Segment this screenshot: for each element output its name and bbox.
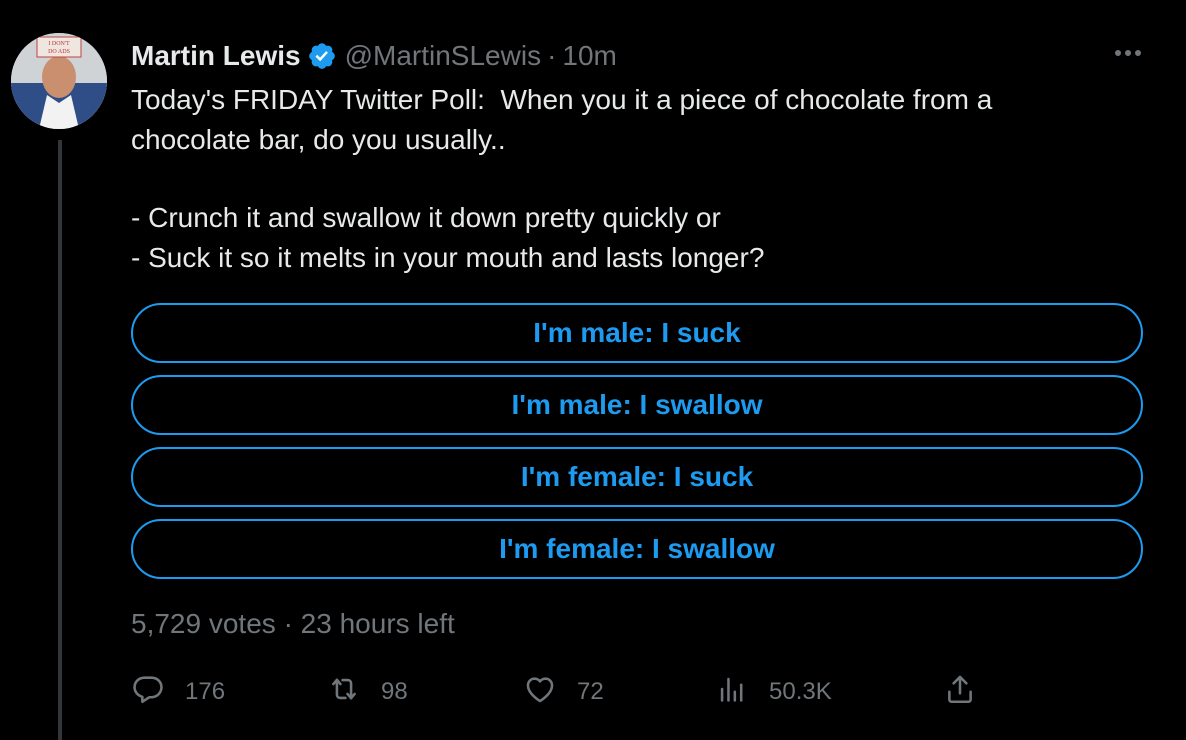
tweet-text-line: - Crunch it and swallow it down pretty q… xyxy=(131,202,721,233)
share-icon xyxy=(943,672,977,713)
poll-votes: 5,729 votes xyxy=(131,608,276,639)
tweet-timestamp[interactable]: 10m xyxy=(562,40,616,72)
retweet-icon xyxy=(327,672,361,713)
views-button[interactable]: 50.3K xyxy=(715,670,832,714)
more-icon[interactable] xyxy=(1110,38,1146,68)
retweet-count: 98 xyxy=(381,678,408,705)
avatar-image: I DON'T DO ADS xyxy=(11,33,107,129)
tweet-header: Martin Lewis @MartinSLewis · 10m xyxy=(131,38,617,74)
like-icon xyxy=(523,672,557,713)
thread-line xyxy=(58,140,62,740)
tweet-text-line: chocolate bar, do you usually.. xyxy=(131,124,506,155)
avatar[interactable]: I DON'T DO ADS xyxy=(11,33,107,129)
share-button[interactable] xyxy=(943,670,977,714)
reply-button[interactable]: 176 xyxy=(131,670,225,714)
poll-option-female-swallow[interactable]: I'm female: I swallow xyxy=(131,519,1143,579)
tweet-text: Today's FRIDAY Twitter Poll: When you it… xyxy=(131,80,1141,278)
poll-option-female-suck[interactable]: I'm female: I suck xyxy=(131,447,1143,507)
poll-option-male-suck[interactable]: I'm male: I suck xyxy=(131,303,1143,363)
tweet-text-line: Today's FRIDAY Twitter Poll: When you it… xyxy=(131,84,993,115)
tweet-text-line: - Suck it so it melts in your mouth and … xyxy=(131,242,765,273)
author-handle[interactable]: @MartinSLewis xyxy=(345,40,541,72)
author-name[interactable]: Martin Lewis xyxy=(131,40,301,72)
views-count: 50.3K xyxy=(769,678,832,705)
action-bar: 176 98 72 50.3K xyxy=(131,670,981,714)
header-separator: · xyxy=(547,40,557,71)
like-count: 72 xyxy=(577,678,604,705)
reply-icon xyxy=(131,672,165,713)
like-button[interactable]: 72 xyxy=(523,670,604,714)
avatar-sign-line2: DO ADS xyxy=(48,49,70,55)
avatar-sign-line1: I DON'T xyxy=(48,41,70,47)
views-icon xyxy=(715,672,749,713)
poll: I'm male: I suck I'm male: I swallow I'm… xyxy=(131,303,1143,591)
poll-time-left: 23 hours left xyxy=(300,608,455,639)
poll-meta: 5,729 votes · 23 hours left xyxy=(131,608,455,640)
retweet-button[interactable]: 98 xyxy=(327,670,408,714)
reply-count: 176 xyxy=(185,678,226,705)
poll-option-male-swallow[interactable]: I'm male: I swallow xyxy=(131,375,1143,435)
verified-badge-icon[interactable] xyxy=(307,41,337,71)
poll-meta-separator: · xyxy=(283,608,293,639)
